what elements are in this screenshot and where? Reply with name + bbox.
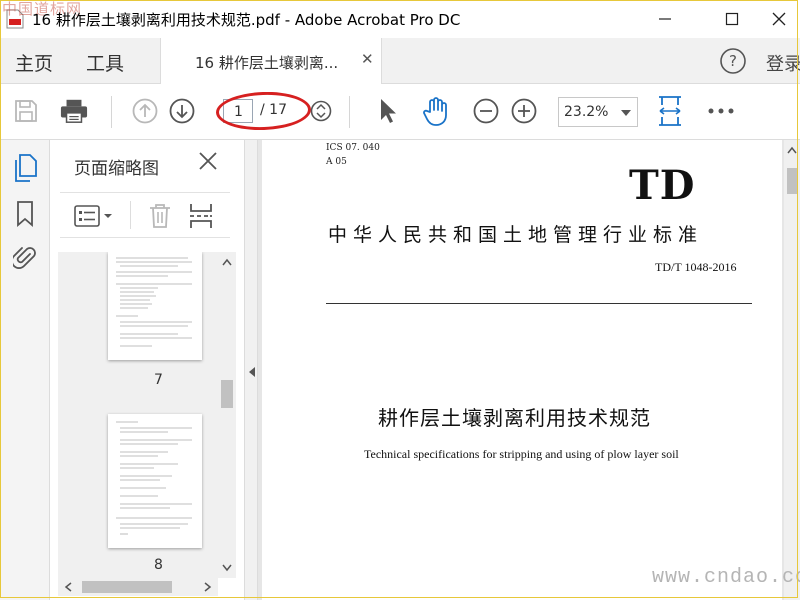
tools-separator — [130, 201, 131, 229]
menu-tab-bar: 主页 工具 16 耕作层土壤剥离... ✕ ? 登录 — [0, 38, 800, 84]
arrow-down-circle-icon — [169, 98, 195, 124]
scroll-thumb[interactable] — [82, 581, 172, 593]
menu-tools[interactable]: 工具 — [86, 49, 124, 76]
toolbar-separator — [349, 96, 350, 128]
fit-page-width-icon — [659, 96, 681, 126]
next-page-button[interactable] — [168, 97, 196, 125]
pdf-page: ICS 07. 040 A 05 TD 中华人民共和国土地管理行业标准 TD/T… — [262, 140, 782, 600]
thumbnail-list: 7 8 — [58, 252, 218, 578]
title-bar: 中国道标网 16 耕作层土壤剥离利用技术规范.pdf - Adobe Acrob… — [0, 0, 800, 38]
red-highlight-annotation — [215, 90, 312, 132]
thumbnail-page-label: 8 — [154, 557, 163, 573]
bookmarks-button[interactable] — [12, 200, 38, 228]
zoom-out-icon — [473, 98, 499, 124]
document-tab[interactable]: 16 耕作层土壤剥离... ✕ — [160, 38, 382, 84]
thumbnail-horizontal-scrollbar[interactable] — [58, 578, 218, 596]
scroll-up-icon[interactable] — [222, 258, 232, 266]
paperclip-icon — [13, 247, 36, 269]
thumbnail-vertical-scrollbar[interactable] — [218, 252, 236, 578]
maximize-icon — [725, 12, 739, 26]
svg-text:?: ? — [729, 52, 737, 70]
page-stepper-icon — [310, 100, 332, 122]
page-thumbnails-panel: 页面缩略图 7 8 — [50, 140, 244, 600]
more-tools-button[interactable] — [707, 97, 735, 125]
panel-collapse-gutter[interactable] — [244, 140, 258, 600]
chevron-down-icon — [621, 110, 631, 116]
print-button[interactable] — [60, 97, 88, 125]
select-tool-button[interactable] — [374, 97, 402, 125]
login-link[interactable]: 登录 — [766, 50, 800, 76]
scroll-down-icon[interactable] — [222, 564, 232, 572]
page-thumbnails-icon — [15, 154, 37, 182]
scroll-thumb[interactable] — [221, 380, 233, 408]
zoom-in-icon — [511, 98, 537, 124]
more-horizontal-icon — [708, 108, 734, 114]
a-classification: A 05 — [326, 157, 347, 167]
arrow-up-circle-icon — [132, 98, 158, 124]
header-divider — [326, 303, 752, 304]
main-toolbar: / 17 23.2% — [0, 84, 800, 140]
document-view: ICS 07. 040 A 05 TD 中华人民共和国土地管理行业标准 TD/T… — [258, 140, 800, 600]
scroll-right-icon[interactable] — [204, 582, 212, 592]
bookmark-icon — [17, 201, 33, 227]
thumbnail-tools — [60, 192, 230, 238]
standard-organization: 中华人民共和国土地管理行业标准 — [328, 224, 704, 246]
scroll-up-icon[interactable] — [787, 146, 797, 154]
toolbar-separator — [111, 96, 112, 128]
scroll-thumb[interactable] — [787, 168, 797, 194]
standard-number: TD/T 1048-2016 — [655, 260, 737, 274]
thumbnail-page-8[interactable] — [108, 414, 202, 548]
thumbnail-page-content — [116, 421, 192, 535]
cursor-arrow-icon — [381, 99, 396, 123]
panel-title: 页面缩略图 — [74, 159, 159, 179]
left-navigation-rail — [0, 140, 50, 600]
maximize-button[interactable] — [719, 6, 745, 32]
previous-page-button[interactable] — [131, 97, 159, 125]
zoom-level-value: 23.2% — [564, 104, 609, 120]
page-split-icon[interactable] — [188, 203, 214, 229]
thumbnail-page-content — [116, 257, 192, 347]
fit-width-button[interactable] — [656, 96, 684, 126]
attachments-button[interactable] — [12, 244, 38, 272]
window-title: 16 耕作层土壤剥离利用技术规范.pdf - Adobe Acrobat Pro… — [32, 11, 461, 29]
document-title-english: Technical specifications for stripping a… — [364, 447, 679, 461]
thumbnail-options-icon[interactable] — [74, 205, 114, 227]
page-thumbnails-button[interactable] — [12, 154, 38, 182]
hand-tool-button[interactable] — [422, 97, 450, 126]
document-tab-label: 16 耕作层土壤剥离... — [195, 54, 339, 72]
zoom-out-button[interactable] — [472, 97, 500, 125]
document-vertical-scrollbar[interactable] — [784, 140, 800, 600]
watermark-bottom: www.cndao.com — [652, 566, 800, 589]
save-button[interactable] — [12, 97, 40, 125]
help-icon[interactable]: ? — [719, 47, 747, 75]
menu-home[interactable]: 主页 — [15, 49, 53, 76]
zoom-in-button[interactable] — [510, 97, 538, 125]
save-icon — [15, 100, 37, 122]
collapse-left-icon[interactable] — [248, 366, 256, 378]
hand-icon — [423, 97, 447, 126]
page-stepper-button[interactable] — [307, 97, 335, 125]
close-icon — [772, 12, 786, 26]
scroll-left-icon[interactable] — [64, 582, 72, 592]
document-tab-close-icon[interactable]: ✕ — [361, 50, 374, 68]
close-window-button[interactable] — [766, 6, 792, 32]
thumbnail-page-label: 7 — [154, 372, 163, 388]
document-title-chinese: 耕作层土壤剥离利用技术规范 — [378, 406, 651, 430]
thumbnail-page-7[interactable] — [108, 252, 202, 360]
ics-code: ICS 07. 040 — [326, 143, 380, 153]
trash-icon[interactable] — [148, 203, 172, 229]
printer-icon — [60, 99, 88, 123]
minimize-button[interactable] — [652, 6, 678, 32]
close-panel-icon[interactable] — [198, 151, 218, 171]
zoom-level-select[interactable]: 23.2% — [558, 97, 638, 127]
standard-code-logo: TD — [629, 162, 696, 209]
minimize-icon — [659, 18, 671, 20]
